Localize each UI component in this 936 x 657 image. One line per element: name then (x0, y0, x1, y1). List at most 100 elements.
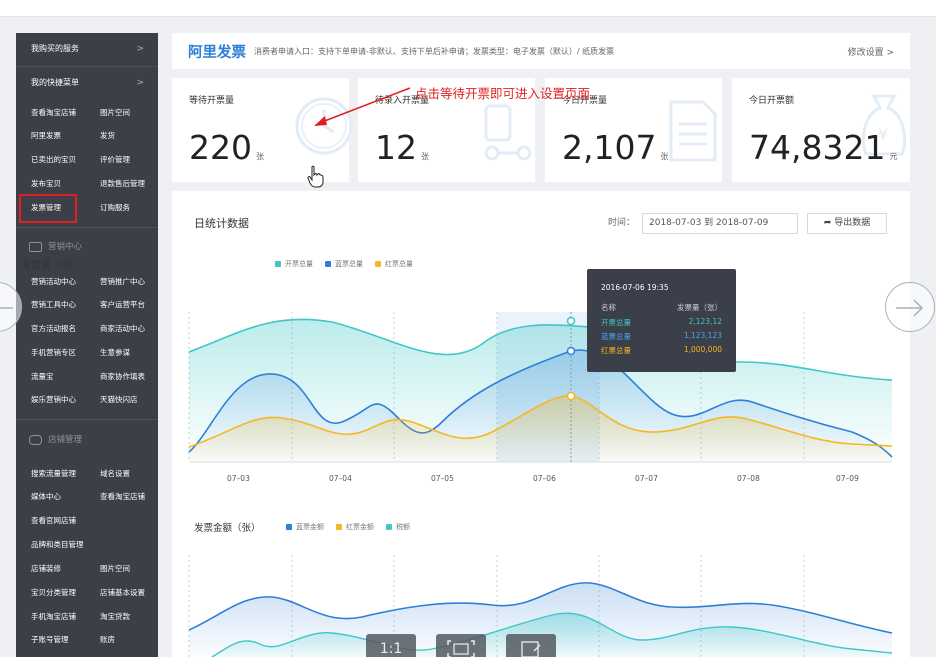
sidebar-link[interactable]: 商家协作填表 (100, 370, 145, 383)
card-value: 74,8321 元 (749, 128, 898, 167)
sidebar-link[interactable]: 手机营销专区 (31, 346, 76, 359)
sidebar-link[interactable]: 店铺基本设置 (100, 586, 145, 599)
sidebar-link[interactable]: 娱乐营销中心 (31, 393, 76, 406)
sidebar-link[interactable]: 阿里发票 (31, 129, 61, 142)
annotation-text: 点击等待开票即可进入设置页面 (415, 86, 591, 101)
sidebar-link[interactable]: 搜索流量管理 (31, 467, 76, 480)
document-icon (669, 100, 717, 162)
fit-screen-button[interactable] (436, 634, 486, 657)
legend-label: 红票金额 (346, 523, 374, 531)
tooltip-row-value: 2,123,12 (688, 317, 722, 326)
data-point[interactable] (566, 391, 576, 401)
sidebar-link[interactable]: 查看淘宝店铺 (100, 490, 145, 503)
divider (16, 227, 158, 228)
sidebar-link[interactable]: 官方活动报名 (31, 322, 76, 335)
chevron-right-icon: > (136, 78, 144, 88)
chart-legend: 开票总量 蓝票总量 红票总量 (275, 259, 413, 269)
share-icon: ➦ (823, 218, 835, 228)
page-header: 阿里发票 消费者申请入口：支持下单申请-非默认、支持下单后补申请；发票类型：电子… (172, 33, 910, 69)
sidebar-link[interactable]: 营销活动中心 (31, 275, 76, 288)
sidebar-head-shortcuts[interactable]: 我的快捷菜单 > (16, 72, 158, 94)
sidebar-link[interactable]: 宝贝分类管理 (31, 586, 76, 599)
modify-settings-link[interactable]: 修改设置 > (848, 45, 894, 58)
time-label: 时间： (608, 218, 636, 228)
legend-swatch (336, 524, 342, 530)
sidebar-section-marketing: 营销中心 (29, 239, 82, 255)
tooltip-time: 2016-07-06 19:35 (601, 283, 669, 292)
tooltip-row-value: 1,123,123 (683, 331, 722, 340)
fit-screen-icon (447, 640, 475, 657)
sidebar-section-shop: 店铺管理 (29, 432, 82, 448)
chart-tooltip: 2016-07-06 19:35 名称 发票量（张） 开票总量 2,123,12… (587, 269, 736, 372)
card-label: 等待开票量 (189, 96, 235, 106)
x-tick-label: 07–08 (737, 474, 760, 483)
sidebar-link[interactable]: 营销推广中心 (100, 275, 145, 288)
date-range-input[interactable]: 2018-07-03 到 2018-07-09 (642, 213, 798, 234)
chart-title: 发票金额（张） (194, 523, 261, 534)
legend-swatch (386, 524, 392, 530)
sidebar-link[interactable]: 商家活动中心 (100, 322, 145, 335)
divider (16, 419, 158, 420)
panel-title: 日统计数据 (194, 217, 249, 230)
legend-swatch (375, 261, 381, 267)
sidebar-link[interactable]: 发布宝贝 (31, 177, 61, 190)
hand-cursor-icon (307, 165, 324, 188)
sidebar-link[interactable]: 退款售后管理 (100, 177, 145, 190)
sidebar-link[interactable]: 营销工具中心 (31, 298, 76, 311)
divider (16, 66, 158, 67)
zoom-actual-size-button[interactable]: 1:1 (366, 634, 416, 657)
sidebar-link[interactable]: 媒体中心 (31, 490, 61, 503)
legend-label: 红票总量 (385, 260, 413, 268)
sidebar-link[interactable]: 客户运营平台 (100, 298, 145, 311)
arrow-left-icon (0, 307, 13, 309)
arrow-right-icon (896, 299, 924, 317)
sidebar-link[interactable]: 生意参谋 (100, 346, 130, 359)
data-point[interactable] (566, 316, 576, 326)
sidebar-link[interactable]: 淘宝贷款 (100, 610, 130, 623)
sidebar-link[interactable]: 店铺装修 (31, 562, 61, 575)
sidebar-link[interactable]: 流量宝 (31, 370, 54, 383)
x-tick-label: 07–05 (431, 474, 454, 483)
legend-swatch (275, 261, 281, 267)
export-button[interactable]: ➦ 导出数据 (807, 213, 887, 234)
sidebar: 我购买的服务 > 我的快捷菜单 > 查看淘宝店铺 图片空间 阿里发票 发货 已卖出的… (16, 33, 158, 657)
tool-icon (484, 104, 532, 161)
sidebar-link[interactable]: 图片空间 (100, 562, 130, 575)
legend-swatch (325, 261, 331, 267)
legend-label: 蓝票金额 (296, 523, 324, 531)
sidebar-link[interactable]: 订购服务 (100, 201, 130, 214)
page-title: 阿里发票 (188, 44, 246, 61)
tooltip-row-name: 红票总量 (601, 346, 631, 355)
chart-legend: 蓝票金额 红票金额 税额 (286, 522, 410, 532)
next-button[interactable] (885, 282, 935, 332)
sidebar-link[interactable]: 评价管理 (100, 153, 130, 166)
sidebar-link[interactable]: 域名设置 (100, 467, 130, 480)
stat-card-today-amount[interactable]: ¥ 今日开票额 74,8321 元 (732, 78, 910, 182)
sidebar-link[interactable]: 已卖出的宝贝 (31, 153, 76, 166)
tooltip-row-value: 1,000,000 (683, 345, 722, 354)
x-tick-label: 07–06 (533, 474, 556, 483)
sidebar-link[interactable]: 天猫快闪店 (100, 393, 138, 406)
card-value: 220 张 (189, 128, 264, 167)
rotate-icon (521, 641, 541, 657)
prev-button[interactable] (0, 282, 22, 332)
sidebar-link[interactable]: 手机淘宝店铺 (31, 610, 76, 623)
page-description: 消费者申请入口：支持下单申请-非默认、支持下单后补申请；发票类型：电子发票（默认… (254, 46, 615, 56)
rotate-button[interactable] (506, 634, 556, 657)
sidebar-link[interactable]: 账房 (100, 633, 115, 646)
sidebar-link[interactable]: 查看淘宝店铺 (31, 106, 76, 119)
chevron-right-icon: > (136, 44, 144, 54)
card-label: 今日开票额 (749, 96, 795, 106)
tooltip-row-name: 蓝票总量 (601, 332, 631, 341)
sidebar-link[interactable]: 发货 (100, 129, 115, 142)
tooltip-row-name: 开票总量 (601, 318, 631, 327)
sidebar-link[interactable]: 品牌和类目管理 (31, 538, 84, 551)
sidebar-head-purchased[interactable]: 我购买的服务 > (16, 38, 158, 60)
sidebar-link[interactable]: 图片空间 (100, 106, 130, 119)
x-tick-label: 07–07 (635, 474, 658, 483)
invoice-count-chart (188, 312, 893, 463)
sidebar-link[interactable]: 查看官网店铺 (31, 514, 76, 527)
data-point[interactable] (566, 346, 576, 356)
sidebar-link[interactable]: 子账号管理 (31, 633, 69, 646)
legend-label: 蓝票总量 (335, 260, 363, 268)
